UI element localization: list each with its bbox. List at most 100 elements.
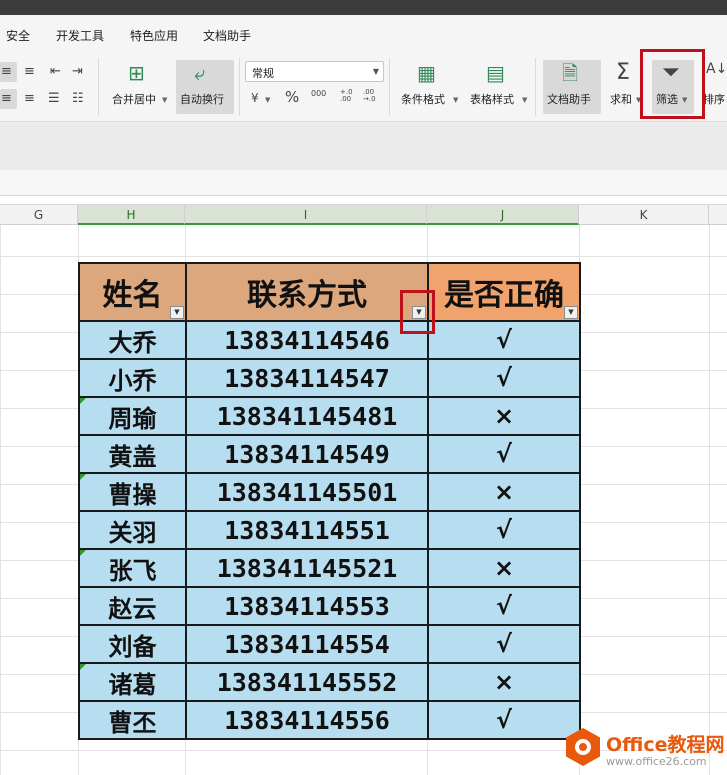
ribbon-separator [535,58,536,116]
cell-name[interactable]: 赵云 [78,586,187,626]
table-row: 曹操 138341145501 × [78,472,581,512]
formula-bar[interactable] [0,170,727,196]
filter-dropdown-icon[interactable]: ▼ [564,306,578,319]
column-header-h[interactable]: H [78,205,185,225]
conditional-format-icon: ▦ [417,61,436,85]
increase-decimal-icon[interactable]: +.0 .00 [340,89,360,103]
chevron-down-icon: ▼ [162,96,168,104]
cell-phone[interactable]: 13834114549 [185,434,429,474]
cell-mark[interactable]: √ [427,700,581,740]
column-header-k[interactable]: K [579,205,709,225]
cell-name[interactable]: 诸葛 [78,662,187,702]
table-row: 张飞 138341145521 × [78,548,581,588]
tab-featured-apps[interactable]: 特色应用 [130,27,178,44]
column-header-g[interactable]: G [0,205,78,225]
cell-name[interactable]: 大乔 [78,320,187,360]
tab-security[interactable]: 安全 [6,27,30,44]
merge-center-button[interactable]: ⊞ 合并居中 ▼ [110,60,170,114]
wrap-text-label: 自动换行 [180,93,224,106]
percent-icon[interactable]: % [285,90,299,105]
wrap-text-button[interactable]: ⤶ 自动换行 [176,60,234,114]
cell-error-indicator [80,550,86,556]
cell-phone[interactable]: 138341145552 [185,662,429,702]
cell-name[interactable]: 曹丕 [78,700,187,740]
tab-developer-tools[interactable]: 开发工具 [56,27,104,44]
decrease-decimal-icon[interactable]: .00 →.0 [363,89,383,103]
title-bar [0,0,727,15]
table-row: 周瑜 138341145481 × [78,396,581,436]
cell-error-indicator [80,474,86,480]
number-format-select[interactable]: 常规 ▼ [245,61,384,82]
align-justify-icon[interactable]: ☰ [48,92,60,105]
cell-phone[interactable]: 13834114546 [185,320,429,360]
tab-doc-helper[interactable]: 文档助手 [203,27,251,44]
chevron-down-icon: ▼ [453,96,459,104]
cell-name[interactable]: 曹操 [78,472,187,512]
cell-mark[interactable]: √ [427,624,581,664]
cell-phone[interactable]: 138341145501 [185,472,429,512]
align-distributed-icon[interactable]: ☷ [72,92,84,105]
cell-mark[interactable]: × [427,548,581,588]
cell-mark[interactable]: √ [427,586,581,626]
cell-name[interactable]: 黄盖 [78,434,187,474]
table-row: 诸葛 138341145552 × [78,662,581,702]
column-header-i[interactable]: I [185,205,427,225]
align-right-icon[interactable]: ≡ [24,92,35,105]
menu-bar: 安全 开发工具 特色应用 文档助手 [0,15,727,52]
cell-name[interactable]: 刘备 [78,624,187,664]
conditional-format-label: 条件格式 [401,93,445,106]
merge-center-icon: ⊞ [128,61,145,85]
header-cell-contact[interactable]: 联系方式 ▼ [185,262,429,322]
cell-name[interactable]: 张飞 [78,548,187,588]
indent-decrease-icon[interactable]: ⇤ [50,65,61,78]
office-logo-icon [566,728,600,766]
cell-phone[interactable]: 13834114547 [185,358,429,398]
watermark-title: Office教程网 [606,734,725,756]
cell-phone[interactable]: 138341145481 [185,396,429,436]
cell-mark[interactable]: √ [427,510,581,550]
table-row: 赵云 13834114553 √ [78,586,581,626]
column-header-row: G H I J K [0,204,727,225]
grid-line [709,225,710,775]
cell-mark[interactable]: × [427,396,581,436]
thousands-separator-icon[interactable]: 000 [311,90,326,98]
chevron-down-icon: ▼ [372,67,379,76]
highlight-box-filter [640,49,705,119]
indent-increase-icon[interactable]: ⇥ [72,65,83,78]
conditional-format-button[interactable]: ▦ 条件格式 ▼ [397,60,459,114]
cell-error-indicator [80,398,86,404]
align-left-icon[interactable]: ≡ [1,92,12,105]
table-row: 小乔 13834114547 √ [78,358,581,398]
chevron-down-icon: ▼ [522,96,528,104]
cell-mark[interactable]: × [427,472,581,512]
cell-mark[interactable]: √ [427,320,581,360]
cell-phone[interactable]: 13834114553 [185,586,429,626]
header-cell-name[interactable]: 姓名 ▼ [78,262,187,322]
filter-dropdown-icon[interactable]: ▼ [170,306,184,319]
cell-phone[interactable]: 13834114551 [185,510,429,550]
currency-icon[interactable]: ¥ [251,92,259,104]
column-header-j[interactable]: J [427,205,579,225]
cell-mark[interactable]: × [427,662,581,702]
doc-helper-icon: 🗎 [562,61,579,85]
cell-phone[interactable]: 13834114554 [185,624,429,664]
doc-helper-label: 文档助手 [547,93,591,106]
cell-mark[interactable]: √ [427,358,581,398]
cell-name[interactable]: 小乔 [78,358,187,398]
doc-helper-button[interactable]: 🗎 文档助手 [543,60,601,114]
ribbon-separator [98,58,99,116]
chevron-down-icon: ▼ [265,96,271,104]
align-top-center-icon[interactable]: ≡ [24,65,35,78]
cell-name[interactable]: 关羽 [78,510,187,550]
header-cell-correct[interactable]: 是否正确 ▼ [427,262,581,322]
data-table: 姓名 ▼ 联系方式 ▼ 是否正确 ▼ 大乔 13834114546 √ 小乔 13834… [78,262,581,740]
cell-phone[interactable]: 13834114556 [185,700,429,740]
sort-label: 排序 [703,93,725,106]
cell-mark[interactable]: √ [427,434,581,474]
cell-name[interactable]: 周瑜 [78,396,187,436]
sum-icon: Σ [616,60,630,85]
wrap-text-icon: ⤶ [194,61,206,85]
table-style-button[interactable]: ▤ 表格样式 ▼ [466,60,528,114]
cell-phone[interactable]: 138341145521 [185,548,429,588]
align-top-left-icon[interactable]: ≡ [1,65,12,78]
